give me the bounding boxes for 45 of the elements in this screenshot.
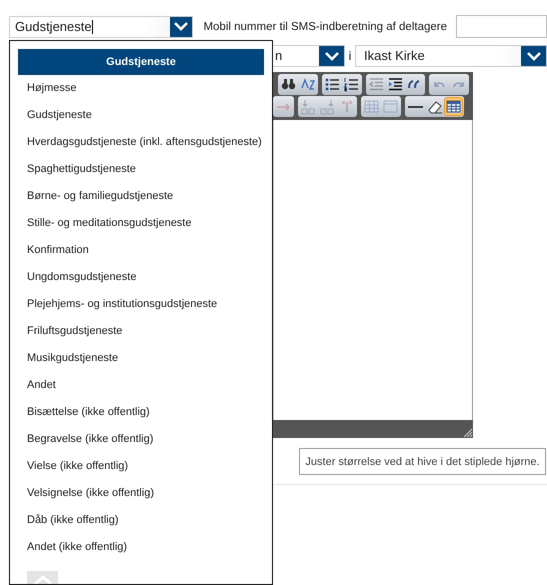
toolbar-button[interactable] <box>387 76 404 93</box>
dropdown-option[interactable]: Gudstjeneste <box>18 49 264 75</box>
dropdown-option[interactable]: Hverdagsgudstjeneste (inkl. aftensgudstjeneste) <box>18 129 264 156</box>
chevron-icon <box>324 52 338 60</box>
dropdown-option[interactable]: Børne- og familiegudstjeneste <box>18 183 264 210</box>
dropdown-option[interactable]: Konfirmation <box>18 237 264 264</box>
resize-grip-icon[interactable] <box>463 428 473 438</box>
dropdown-option[interactable]: Dåb (ikke offentlig) <box>18 507 264 534</box>
church-select[interactable]: Ikast Kirke <box>355 45 547 67</box>
undo-icon <box>434 81 445 88</box>
grid-icon <box>363 98 380 115</box>
dropdown-option[interactable]: Ungdomsgudstjeneste <box>18 264 264 291</box>
insert-column-icon <box>319 98 336 115</box>
dropdown-option[interactable]: Spaghettigudstjeneste <box>18 156 264 183</box>
insert-column-icon <box>300 98 317 115</box>
dropdown-option[interactable]: Stille- og meditationsgudstjeneste <box>18 210 264 237</box>
dropdown-option[interactable]: Andet <box>18 372 264 399</box>
resize-hint: Juster størrelse ved at hive i det stiplede hjørne. <box>299 448 546 475</box>
dropdown-option[interactable]: Plejehjems- og institutionsgudstjeneste <box>18 291 264 318</box>
outdent-icon <box>368 76 385 93</box>
chevron-icon <box>174 22 188 31</box>
sms-label: Mobil nummer til SMS-indberetning af deltagere <box>203 20 447 32</box>
indent-icon <box>387 76 404 93</box>
chevron-icon <box>526 52 540 60</box>
select-field[interactable]: n <box>271 45 345 67</box>
dropdown-option[interactable]: Vielse (ikke offentlig) <box>18 453 264 480</box>
separator-label: i <box>348 49 352 63</box>
type-select[interactable]: Gudstjeneste <box>9 16 194 38</box>
redo-icon <box>453 81 464 88</box>
dropdown-option[interactable]: Andet (ikke offentlig) <box>18 534 264 561</box>
horizontal-rule-icon <box>408 106 423 108</box>
sms-input-field[interactable] <box>456 15 547 38</box>
numbered-list-icon <box>343 76 360 93</box>
dropdown-option[interactable]: Friluftsgudstjeneste <box>18 318 264 345</box>
toolbar-button[interactable] <box>324 76 341 93</box>
dropdown-option[interactable]: Bisættelse (ikke offentlig) <box>18 399 264 426</box>
dropdown-option[interactable]: Højmesse <box>18 75 264 102</box>
dropdown-option[interactable]: Begravelse (ikke offentlig) <box>18 426 264 453</box>
dropdown-option[interactable]: Musikgudstjeneste <box>18 345 264 372</box>
toolbar-button[interactable] <box>343 76 360 93</box>
dropdown-option[interactable]: Velsignelse (ikke offentlig) <box>18 480 264 507</box>
dropdown-option[interactable]: Gudstjeneste <box>18 102 264 129</box>
bulleted-list-icon <box>324 76 341 93</box>
table-icon <box>445 98 462 115</box>
cells-icon <box>382 98 399 115</box>
